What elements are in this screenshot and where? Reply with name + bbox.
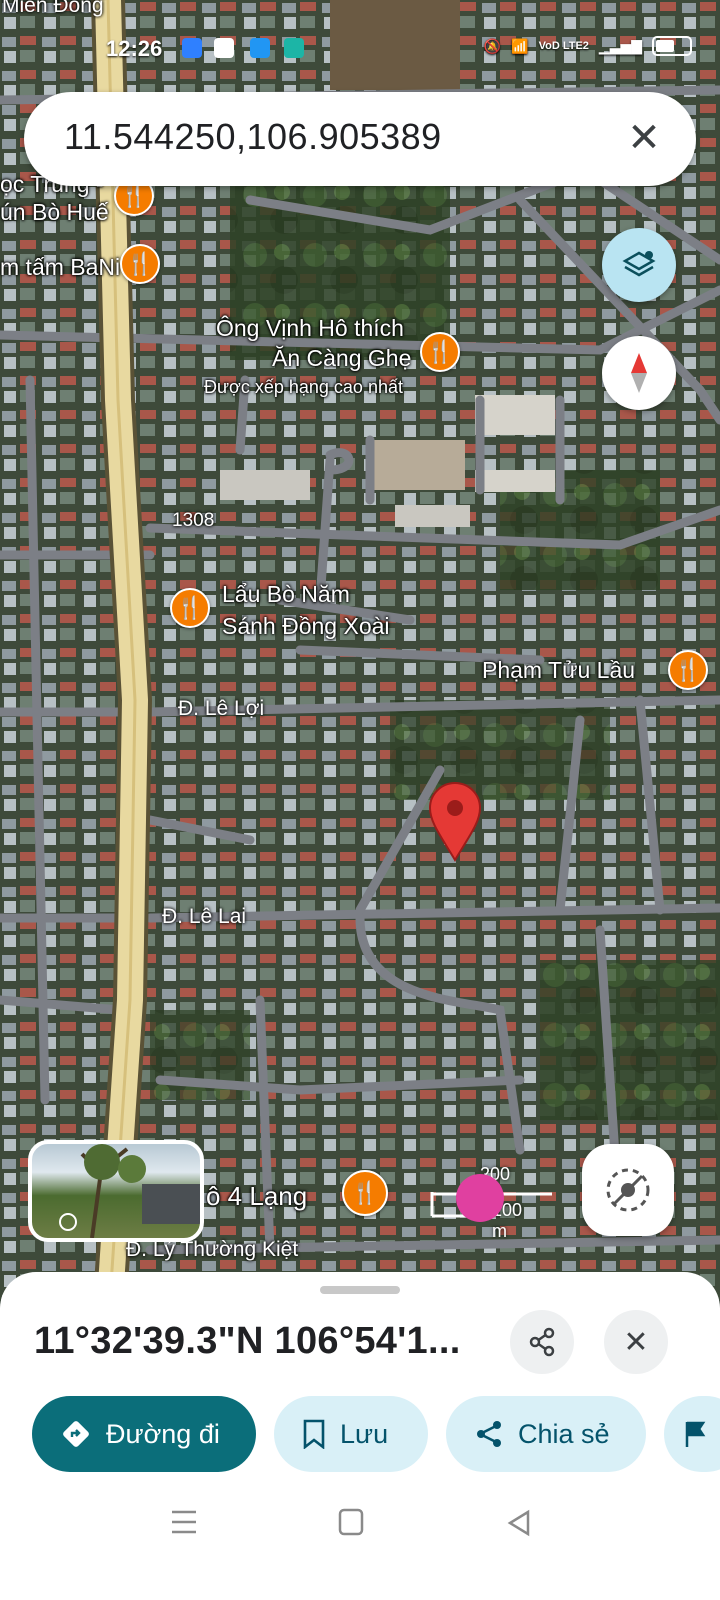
baomoi-icon [214,38,234,58]
directions-label: Đường đi [106,1418,220,1449]
back-icon[interactable] [507,1509,530,1537]
share-label: Chia sẻ [518,1418,610,1449]
poi-ong-vinh-line2: Ăn Càng Ghẹ [272,345,412,371]
poi-bani-label: m tấm BaNi [0,254,121,280]
map-view[interactable]: Miền Đông 1308 Đ. Lê Lợi Đ. Lê Lai Đ. Lý… [0,0,720,1300]
location-disabled-icon [606,1168,650,1212]
wifi-icon: 📶 [511,37,529,54]
restaurant-icon: 🍴 [668,650,708,690]
share-icon [477,1421,501,1447]
poi-pham-tuu-lau-label: Phạm Tửu Lầu [482,657,636,683]
restaurant-icon: 🍴 [170,588,210,628]
network-type: VoD LTE2 [538,39,589,52]
restaurant-icon: 🍴 [120,244,160,284]
share-icon [529,1327,555,1357]
directions-button[interactable]: Đường đi [32,1396,256,1472]
poi-bun-bo-hue-line2: ún Bò Huế [0,199,109,225]
poi-lau-bo-line2: Sánh Đồng Xoài [222,613,390,639]
restaurant-icon: 🍴 [342,1170,388,1216]
map-marker-pink[interactable] [456,1174,504,1222]
battery-icon [652,36,692,56]
satellite-map [0,0,720,1300]
compass-icon [631,353,647,393]
mute-icon: 🔕 [483,37,502,54]
restaurant-icon: 🍴 [420,332,460,372]
tiktok-icon [284,38,304,58]
share-icon-button[interactable] [510,1310,574,1374]
signal-icon: ▁▃▅▇ [598,37,642,54]
poi-ong-vinh-line1: Ông Vịnh Hô thích [216,315,404,341]
road-label-le-lai: Đ. Lê Lai [162,905,247,928]
poi-4-lang[interactable]: 🍴 [342,1170,388,1216]
close-sheet-button[interactable]: ✕ [604,1310,668,1374]
layers-button[interactable] [602,228,676,302]
compass-button[interactable] [602,336,676,410]
search-bar[interactable]: 11.544250,106.905389 ✕ [24,92,696,186]
share-button[interactable]: Chia sẻ [446,1396,646,1472]
my-location-button[interactable] [582,1144,674,1236]
system-nav-bar [0,1490,720,1600]
road-label-le-loi: Đ. Lê Lợi [178,697,265,720]
close-icon: ✕ [623,1325,649,1359]
messenger-icon [182,38,202,58]
menu-icon[interactable] [172,1510,196,1534]
layers-icon [622,251,656,277]
bookmark-icon [303,1419,325,1449]
save-label: Lưu [340,1418,389,1449]
nav-buttons [172,1508,530,1537]
coordinates-title: 11°32'39.3"N 106°54'1... [34,1320,461,1362]
search-query[interactable]: 11.544250,106.905389 [64,116,442,158]
status-icons: 🔕 📶 VoD LTE2 ▁▃▅▇ [484,36,692,56]
directions-icon [63,1421,89,1447]
poi-pham-tuu-lau[interactable]: 🍴 [668,650,708,690]
road-label-1308: 1308 [172,510,215,531]
home-icon[interactable] [338,1508,364,1536]
drag-handle[interactable] [320,1286,400,1294]
poi-lau-bo-line1: Lẩu Bò Năm [222,581,350,607]
app-icon [250,38,270,58]
poi-4-lang-label: ô 4 Lạng [206,1181,308,1211]
clear-search-button[interactable]: ✕ [620,114,668,162]
status-bar: 12:26 🔕 📶 VoD LTE2 ▁▃▅▇ [0,0,720,96]
poi-bani[interactable]: 🍴 [120,244,160,284]
flag-icon [685,1421,706,1447]
poi-lau-bo[interactable]: 🍴 [170,588,210,628]
flag-button[interactable] [664,1396,720,1472]
clock: 12:26 [106,36,163,61]
poi-ong-vinh[interactable]: 🍴 [420,332,460,372]
street-view-thumbnail[interactable] [28,1140,204,1242]
poi-ong-vinh-note: Được xếp hạng cao nhất [204,377,403,397]
save-button[interactable]: Lưu [274,1396,428,1472]
